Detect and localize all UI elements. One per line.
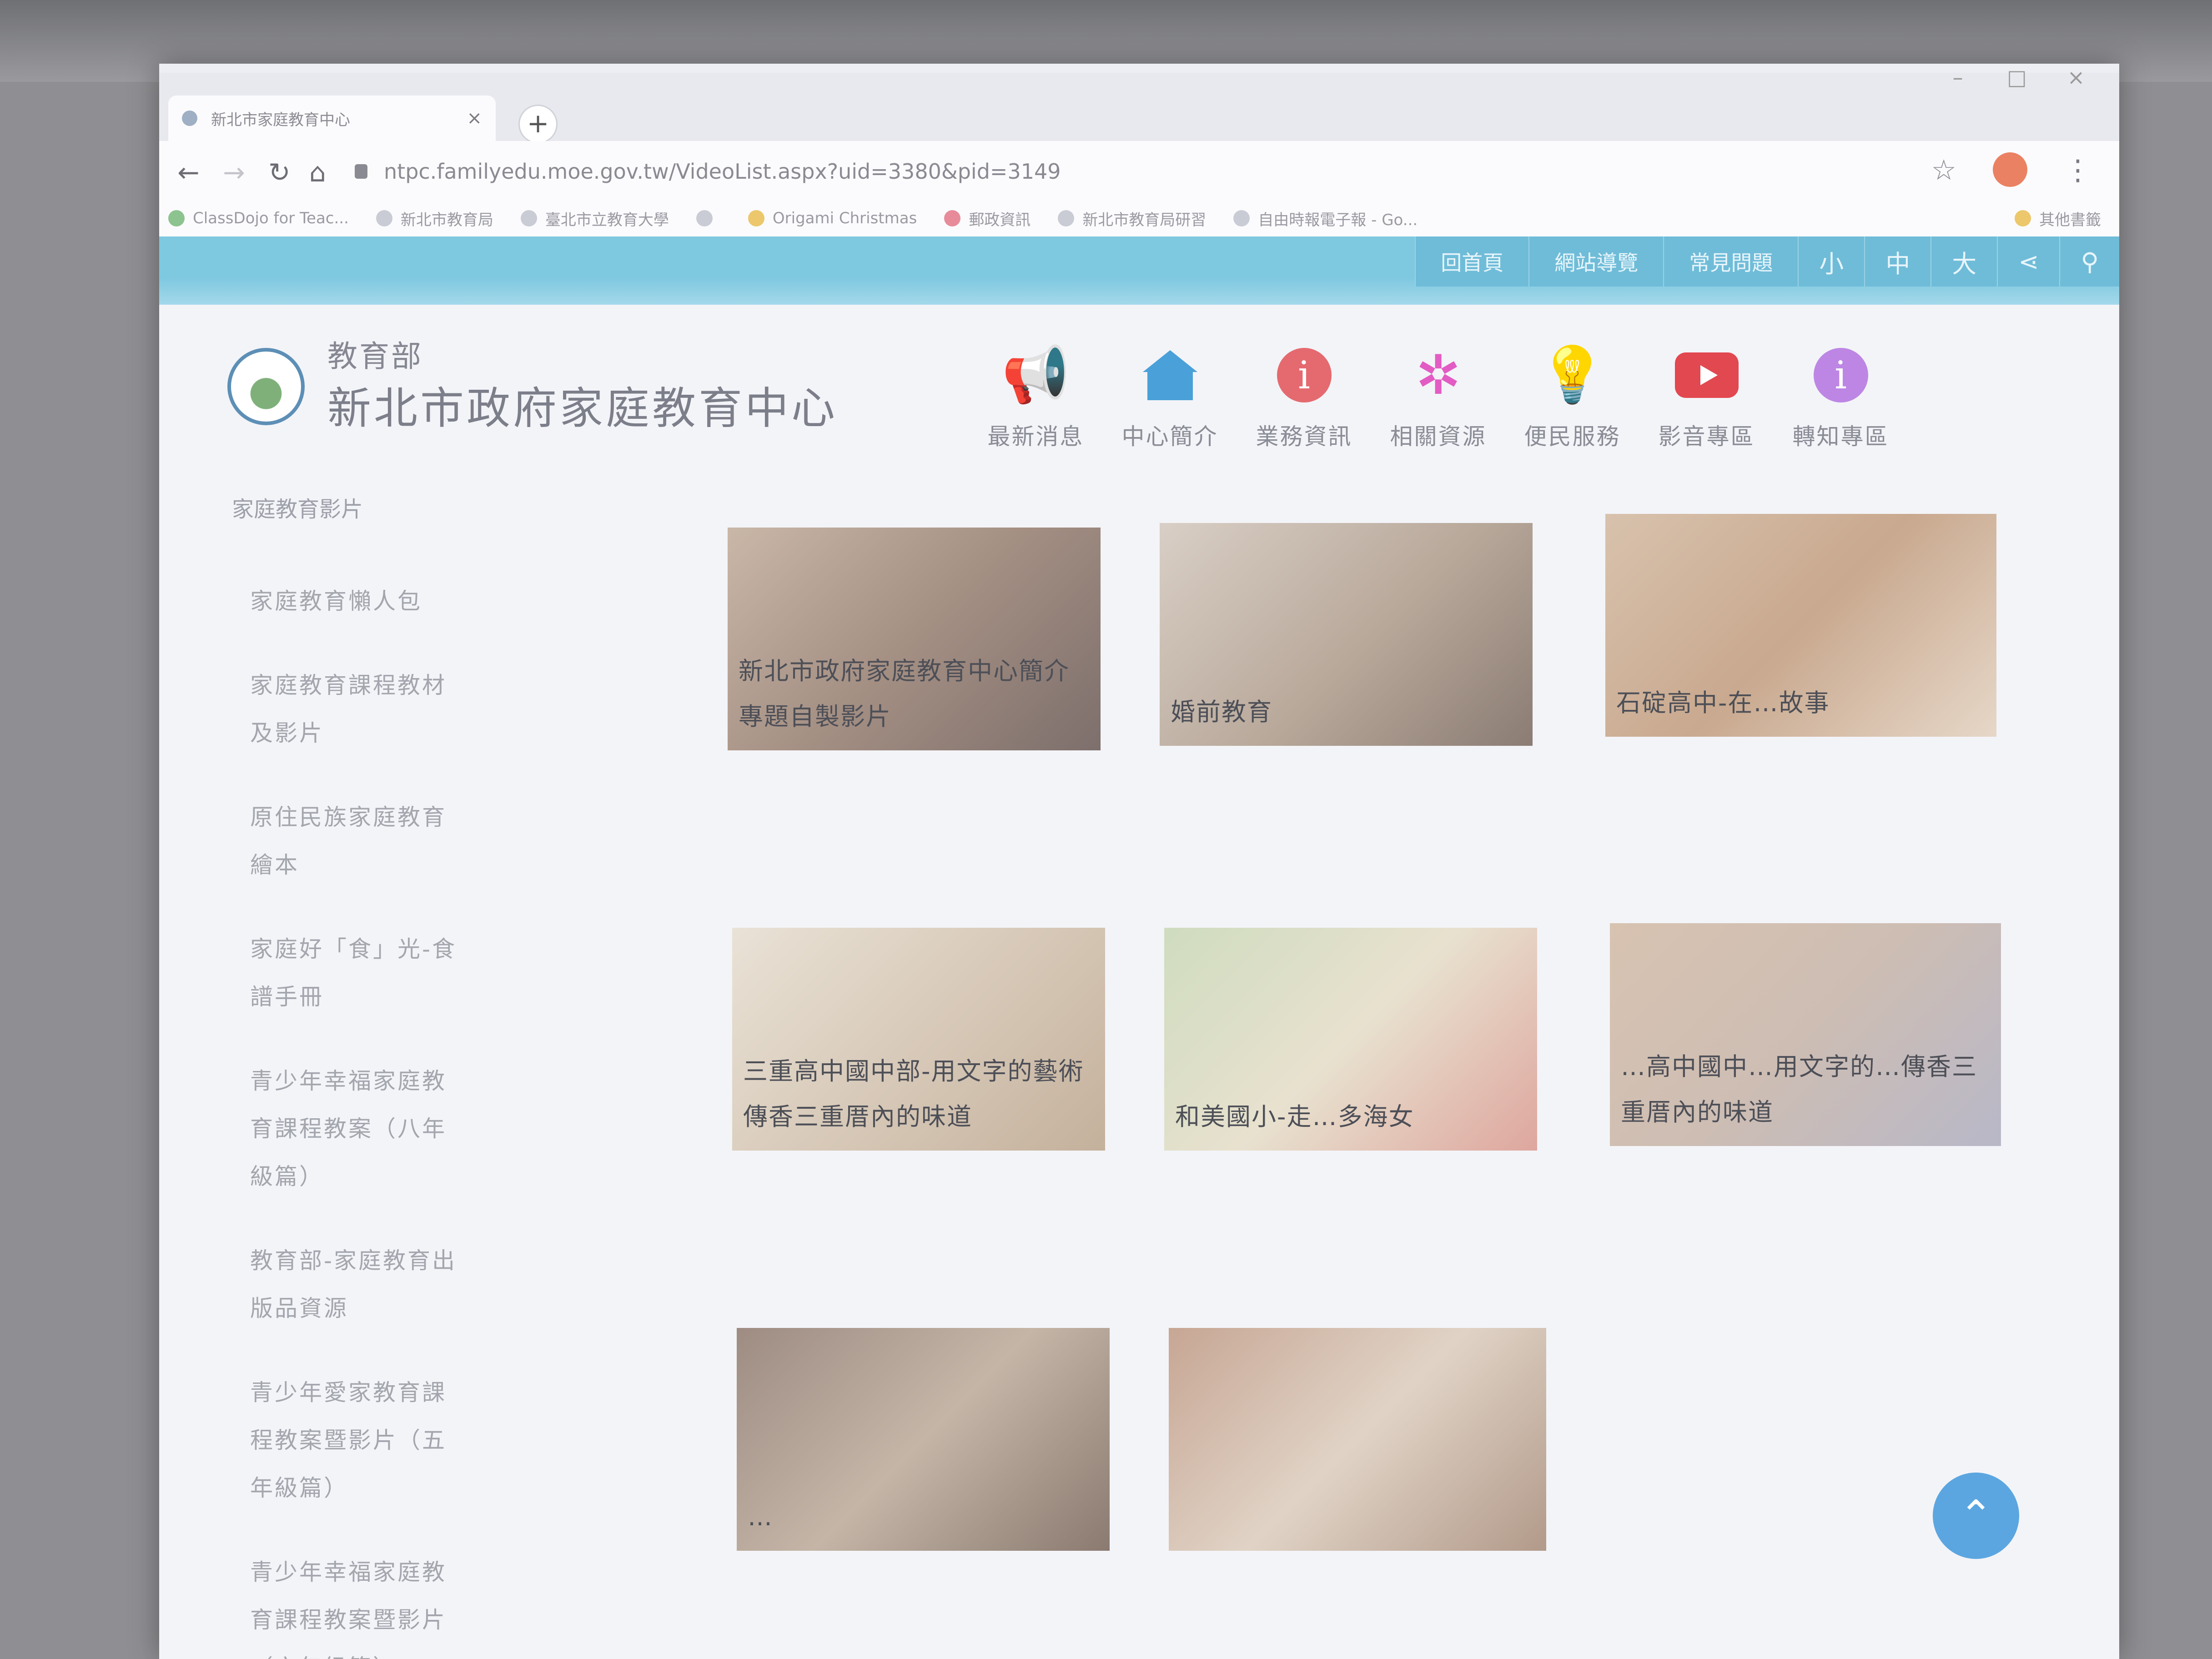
bookmark-item[interactable]: 新北市教育局研習 (1058, 207, 1206, 230)
video-card[interactable]: 婚前教育 (1160, 523, 1533, 746)
close-tab-icon[interactable]: × (467, 108, 482, 129)
video-caption: 婚前教育 (1171, 698, 1272, 726)
bookmark-item[interactable]: 自由時報電子報 - Go... (1233, 207, 1418, 230)
search-icon[interactable]: ⚲ (2059, 236, 2119, 287)
url-text: ntpc.familyedu.moe.gov.tw/VideoList.aspx… (384, 159, 1061, 184)
bookmark-item[interactable]: 臺北市立教育大學 (520, 207, 669, 230)
video-caption: 三重高中國中部-用文字的藝術傳香三重厝內的味道 (743, 1057, 1084, 1131)
projected-screen: 新北市家庭教育中心 × + – □ × ← → ↻ ⌂ ntpc.familye… (159, 64, 2119, 1659)
menu-business[interactable]: i 業務資訊 (1237, 337, 1371, 451)
video-caption: …高中國中…用文字的…傳香三重厝內的味道 (1621, 1052, 1977, 1126)
font-medium-button[interactable]: 中 (1864, 236, 1930, 287)
menu-news[interactable]: 📢 最新消息 (969, 337, 1103, 451)
home-heart-icon (1103, 337, 1237, 414)
google-icon (1233, 210, 1250, 226)
folder-icon (2015, 210, 2031, 226)
address-bar[interactable]: ntpc.familyedu.moe.gov.tw/VideoList.aspx… (355, 152, 1846, 191)
sidebar: 家庭教育影片 家庭教育懶人包 家庭教育課程教材及影片 原住民族家庭教育繪本 家庭… (205, 491, 459, 1659)
info-bubble-icon: i (1774, 337, 1908, 414)
megaphone-icon: 📢 (1001, 343, 1070, 407)
sidebar-item[interactable]: 教育部-家庭教育出版品資源 (205, 1237, 459, 1332)
video-card[interactable] (1169, 1328, 1546, 1551)
youtube-icon (1639, 337, 1774, 414)
site-title[interactable]: 新北市政府家庭教育中心 (327, 373, 838, 436)
info-icon: i (1237, 337, 1371, 414)
globe-icon (1058, 210, 1075, 226)
moe-logo[interactable] (227, 348, 305, 425)
tab-strip: 新北市家庭教育中心 × + (159, 73, 2119, 144)
close-window-icon[interactable]: × (2056, 64, 2096, 91)
nav-faq-link[interactable]: 常見問題 (1663, 236, 1798, 287)
bookmark-item[interactable] (696, 210, 721, 226)
sidebar-item[interactable]: 家庭好「食」光-食譜手冊 (205, 925, 459, 1021)
home-icon[interactable]: ⌂ (309, 157, 326, 188)
breadcrumb[interactable]: 家庭教育影片 (205, 491, 459, 523)
top-nav: 回首頁 網站導覽 常見問題 小 中 大 ⋖ ⚲ (1415, 236, 2119, 287)
sidebar-item[interactable]: 青少年幸福家庭教育課程教案暨影片（六年級篇） (205, 1548, 459, 1659)
video-card[interactable]: 石碇高中-在…故事 (1605, 514, 1996, 737)
bookmark-item[interactable]: ClassDojo for Teac... (168, 209, 349, 227)
main-menu: 📢 最新消息 中心簡介 i 業務資訊 ✲ 相關資源 💡 便民服務 影音專區 i … (969, 337, 1908, 451)
font-large-button[interactable]: 大 (1930, 236, 1997, 287)
sidebar-item[interactable]: 青少年愛家教育課程教案暨影片（五年級篇） (205, 1369, 459, 1512)
video-caption: 新北市政府家庭教育中心簡介專題自製影片 (739, 657, 1070, 731)
bookmark-icon (520, 210, 537, 226)
browser-toolbar: ← → ↻ ⌂ ntpc.familyedu.moe.gov.tw/VideoL… (159, 141, 2119, 200)
video-thumbnail (1169, 1328, 1546, 1551)
bookmark-star-icon[interactable]: ☆ (1931, 153, 1956, 186)
globe-icon (696, 210, 713, 226)
nav-sitemap-link[interactable]: 網站導覽 (1528, 236, 1663, 287)
video-caption: 和美國小-走…多海女 (1175, 1102, 1414, 1131)
network-icon: ✲ (1415, 343, 1461, 407)
video-caption: … (748, 1503, 773, 1531)
web-page: 回首頁 網站導覽 常見問題 小 中 大 ⋖ ⚲ 教育部 新北市政府家庭教育中心 … (159, 236, 2119, 1659)
video-card[interactable]: 和美國小-走…多海女 (1164, 928, 1537, 1151)
profile-avatar[interactable] (1993, 152, 2027, 187)
browser-tab[interactable]: 新北市家庭教育中心 × (168, 96, 496, 141)
site-header: 教育部 新北市政府家庭教育中心 📢 最新消息 中心簡介 i 業務資訊 ✲ 相關資… (159, 305, 2119, 478)
video-card[interactable]: … (737, 1328, 1110, 1551)
new-tab-button[interactable]: + (518, 105, 558, 144)
sidebar-item[interactable]: 家庭教育懶人包 (205, 578, 459, 625)
forward-arrow-icon[interactable]: → (223, 157, 245, 188)
lightbulb-icon: 💡 (1538, 343, 1607, 407)
video-caption: 石碇高中-在…故事 (1616, 689, 1830, 717)
video-card[interactable]: 三重高中國中部-用文字的藝術傳香三重厝內的味道 (732, 928, 1105, 1151)
minimize-icon[interactable]: – (1937, 64, 1978, 91)
bookmarks-bar: ClassDojo for Teac... 新北市教育局 臺北市立教育大學 Or… (159, 200, 2119, 236)
video-card[interactable]: 新北市政府家庭教育中心簡介專題自製影片 (728, 528, 1101, 750)
other-bookmarks[interactable]: 其他書籤 (2015, 207, 2101, 230)
globe-icon (376, 210, 392, 226)
bookmark-icon (168, 210, 185, 226)
org-name: 教育部 (327, 339, 423, 374)
bookmark-item[interactable]: 新北市教育局 (376, 207, 493, 230)
bookmark-item[interactable]: Origami Christmas (748, 209, 917, 227)
font-small-button[interactable]: 小 (1798, 236, 1864, 287)
menu-services[interactable]: 💡 便民服務 (1505, 337, 1639, 451)
favicon-icon (182, 111, 197, 126)
maximize-icon[interactable]: □ (1996, 64, 2037, 91)
window-controls: – □ × (1937, 64, 2096, 91)
reload-icon[interactable]: ↻ (268, 157, 291, 188)
menu-resources[interactable]: ✲ 相關資源 (1371, 337, 1505, 451)
video-card[interactable]: …高中國中…用文字的…傳香三重厝內的味道 (1610, 923, 2001, 1146)
sidebar-item[interactable]: 青少年幸福家庭教育課程教案（八年級篇） (205, 1057, 459, 1201)
nav-home-link[interactable]: 回首頁 (1415, 236, 1528, 287)
menu-media[interactable]: 影音專區 (1639, 337, 1774, 451)
bookmark-item[interactable]: 郵政資訊 (944, 207, 1031, 230)
menu-notices[interactable]: i 轉知專區 (1774, 337, 1908, 451)
sidebar-item[interactable]: 家庭教育課程教材及影片 (205, 662, 459, 757)
share-icon[interactable]: ⋖ (1997, 236, 2059, 287)
menu-about[interactable]: 中心簡介 (1103, 337, 1237, 451)
sidebar-item[interactable]: 原住民族家庭教育繪本 (205, 794, 459, 889)
back-arrow-icon[interactable]: ← (177, 157, 200, 188)
bookmark-icon (944, 210, 961, 226)
back-to-top-button[interactable]: ⌃ (1933, 1473, 2019, 1559)
tab-title: 新北市家庭教育中心 (211, 111, 350, 129)
lock-icon (355, 164, 367, 179)
browser-menu-icon[interactable]: ⋮ (2064, 153, 2092, 186)
bookmark-icon (748, 210, 764, 226)
